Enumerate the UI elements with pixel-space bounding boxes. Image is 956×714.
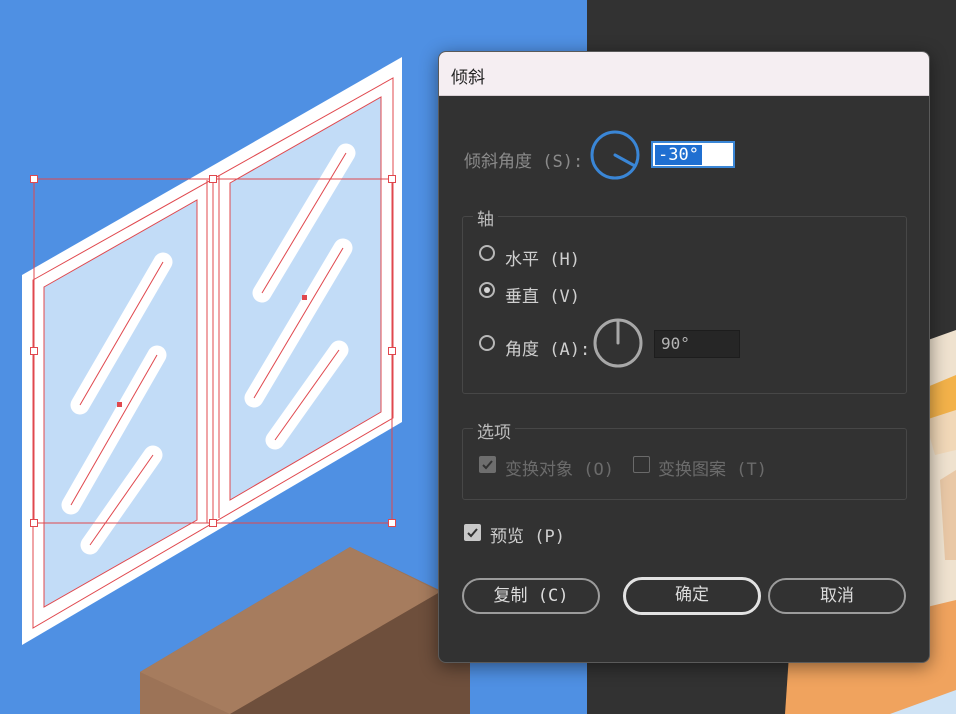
axis-legend: 轴 [473, 205, 498, 230]
transform-objects-label[interactable]: 变换对象 (O) [505, 455, 614, 480]
copy-button[interactable]: 复制 (C) [462, 578, 600, 614]
axis-angle-radio[interactable] [479, 335, 495, 351]
shear-angle-value: -30° [655, 145, 702, 165]
transform-patterns-label[interactable]: 变换图案 (T) [658, 455, 767, 480]
axis-horizontal-label[interactable]: 水平 (H) [505, 245, 580, 270]
options-legend: 选项 [473, 418, 515, 443]
shear-dialog: 倾斜 倾斜角度 (S): -30° 轴 水平 (H) 垂直 (V) 角度 (A)… [438, 51, 930, 663]
shear-angle-label: 倾斜角度 (S): [464, 152, 584, 172]
axis-angle-input[interactable]: 90° [654, 330, 740, 358]
transform-patterns-checkbox[interactable] [633, 456, 650, 473]
axis-angle-value: 90° [661, 334, 690, 353]
shear-angle-dial[interactable] [589, 129, 641, 181]
preview-label[interactable]: 预览 (P) [490, 522, 565, 547]
axis-angle-dial[interactable] [592, 317, 644, 369]
dialog-titlebar[interactable]: 倾斜 [439, 52, 929, 96]
dialog-title: 倾斜 [451, 68, 485, 88]
transform-objects-checkbox[interactable] [479, 456, 496, 473]
ok-button[interactable]: 确定 [623, 577, 761, 615]
axis-vertical-label[interactable]: 垂直 (V) [505, 282, 580, 307]
shear-angle-input[interactable]: -30° [651, 141, 735, 168]
axis-vertical-radio[interactable] [479, 282, 495, 298]
axis-horizontal-radio[interactable] [479, 245, 495, 261]
cancel-button[interactable]: 取消 [768, 578, 906, 614]
axis-angle-label[interactable]: 角度 (A): [505, 335, 590, 360]
preview-checkbox[interactable] [464, 524, 481, 541]
